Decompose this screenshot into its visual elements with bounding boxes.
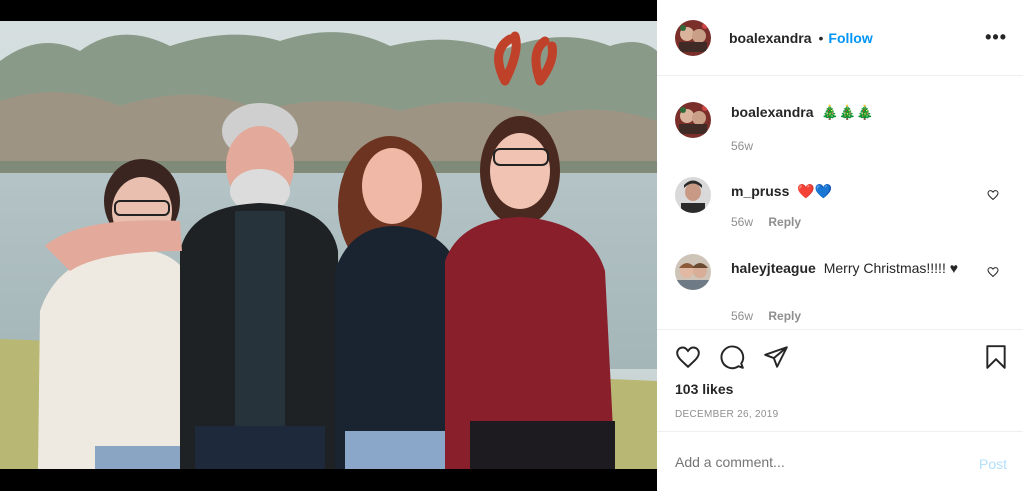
author-avatar[interactable] <box>675 19 711 56</box>
avatar-image <box>675 177 711 213</box>
photo-illustration <box>0 21 657 469</box>
post-comment-button[interactable]: Post <box>979 456 1007 472</box>
comment-body: haleyjteague Merry Christmas!!!!! ♥ <box>731 259 981 277</box>
heart-icon[interactable] <box>675 344 701 370</box>
like-comment-heart-icon[interactable] <box>987 189 999 201</box>
follow-button[interactable]: Follow <box>828 30 872 46</box>
caption-body: boalexandra 🎄🎄🎄 <box>731 103 981 121</box>
comment-text: ❤️💙 <box>797 183 833 199</box>
reply-button[interactable]: Reply <box>768 215 801 229</box>
avatar-image <box>675 19 711 56</box>
commenter-avatar[interactable] <box>675 254 711 290</box>
add-comment-input[interactable] <box>675 454 965 470</box>
caption-avatar[interactable] <box>675 102 711 138</box>
comments-list[interactable]: boalexandra 🎄🎄🎄 56w m_pruss ❤️💙 56w Repl… <box>657 77 1023 329</box>
post-sidebar: boalexandra • Follow ••• boalexandra 🎄🎄🎄 <box>657 0 1023 491</box>
caption-username[interactable]: boalexandra <box>731 104 813 120</box>
avatar-image <box>675 254 711 290</box>
author-username[interactable]: boalexandra <box>729 30 811 46</box>
comment-username[interactable]: m_pruss <box>731 183 789 199</box>
post-date[interactable]: DECEMBER 26, 2019 <box>675 409 778 420</box>
bookmark-icon[interactable] <box>983 344 1009 370</box>
like-comment-heart-icon[interactable] <box>987 266 999 278</box>
comment-text: Merry Christmas!!!!! ♥ <box>823 260 959 276</box>
avatar-image <box>675 102 711 138</box>
reply-button[interactable]: Reply <box>768 309 801 323</box>
post-photo[interactable] <box>0 21 657 469</box>
header-separator: • <box>818 29 824 46</box>
comment-time[interactable]: 56w <box>731 309 753 323</box>
post-header: boalexandra • Follow ••• <box>657 0 1023 76</box>
comment-meta: 56w Reply <box>731 215 801 229</box>
add-comment-bar: Post <box>657 431 1023 491</box>
likes-count[interactable]: 103 likes <box>675 381 733 397</box>
more-options-icon[interactable]: ••• <box>985 27 1007 48</box>
caption-meta: 56w <box>731 139 753 153</box>
caption-text: 🎄🎄🎄 <box>821 104 874 120</box>
comment-icon[interactable] <box>719 344 745 370</box>
commenter-avatar[interactable] <box>675 177 711 213</box>
comment-body: m_pruss ❤️💙 <box>731 182 981 200</box>
comment-meta: 56w Reply <box>731 309 801 323</box>
caption-time[interactable]: 56w <box>731 139 753 153</box>
post-media <box>0 0 657 491</box>
comment-time[interactable]: 56w <box>731 215 753 229</box>
share-icon[interactable] <box>763 344 789 370</box>
post-actions: 103 likes DECEMBER 26, 2019 <box>657 329 1023 431</box>
comment-username[interactable]: haleyjteague <box>731 260 816 276</box>
